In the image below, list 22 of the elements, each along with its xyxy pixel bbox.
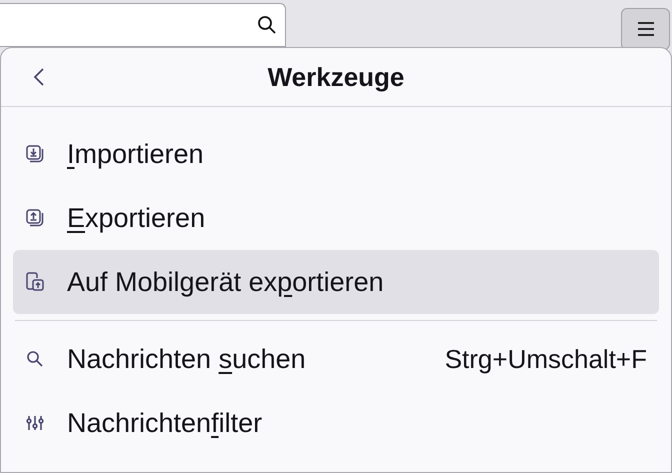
menu-item[interactable]: Auf Mobilgerät exportieren [13,250,659,314]
menu-item[interactable]: Importieren [13,122,659,186]
menu-item-label: Exportieren [67,202,206,235]
shortcut-text: Strg+Umschalt+F [444,342,647,376]
search-icon [257,15,277,35]
menu-item[interactable]: Nachrichtenfilter [13,391,659,455]
sliders-icon [25,413,45,433]
panel-title: Werkzeuge [268,60,404,94]
menu-item-label: Auf Mobilgerät exportieren [67,266,384,299]
menu-item[interactable]: Exportieren [13,186,659,250]
menu-item-label: Importieren [67,138,204,171]
menu-button[interactable] [621,8,670,50]
menu-icon [636,22,654,36]
tray-download-icon [25,144,45,164]
menu-item[interactable]: Nachrichten suchen Strg+Umschalt+F [13,327,659,391]
menu-item-label: Nachrichtenfilter [67,406,262,440]
mobile-upload-icon [25,272,45,292]
tray-upload-icon [25,208,45,228]
menu-item-label: Nachrichten suchen [67,342,306,376]
chevron-left-icon [33,68,45,86]
search-icon [25,349,45,369]
search-field[interactable] [0,3,286,47]
